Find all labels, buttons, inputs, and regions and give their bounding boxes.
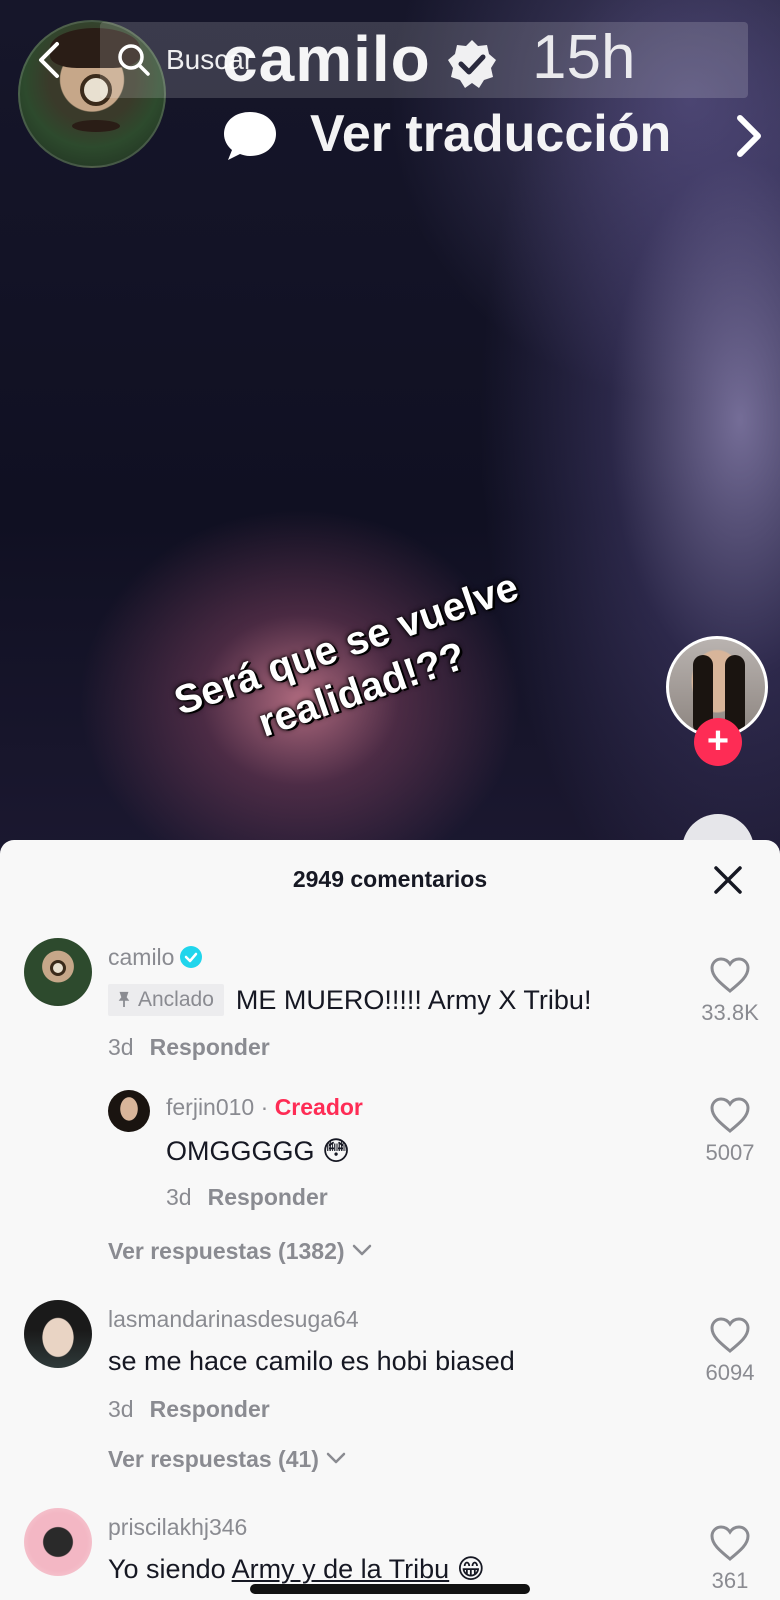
comment-like-button[interactable]: 361 — [686, 1524, 774, 1594]
heart-outline-icon — [710, 957, 750, 993]
comment-body: OMGGGGG — [166, 1136, 315, 1166]
avatar[interactable] — [24, 938, 92, 1006]
pin-icon — [118, 991, 130, 1007]
grin-emoji: 😁 — [456, 1554, 485, 1585]
comment-text: Yo siendo Army y de la Tribu 😁 — [108, 1554, 485, 1585]
comment-like-button[interactable]: 33.8K — [686, 956, 774, 1026]
creator-badge: Creador — [274, 1094, 363, 1120]
view-replies-button[interactable]: Ver respuestas (1382) — [108, 1238, 373, 1265]
chevron-right-icon — [730, 110, 770, 162]
comment-username[interactable]: lasmandarinasdesuga64 — [108, 1306, 359, 1333]
flushed-emoji: 😳 — [322, 1136, 351, 1167]
verified-badge-icon — [180, 946, 203, 968]
like-count: 5007 — [705, 1140, 755, 1165]
reply-button[interactable]: Responder — [208, 1184, 328, 1210]
comment-meta: 3d Responder — [166, 1184, 328, 1211]
comment-username[interactable]: priscilakhj346 — [108, 1514, 247, 1541]
overlay-timestamp: 15h — [532, 23, 636, 92]
heart-outline-icon — [710, 1097, 750, 1133]
comment-meta: 3d Responder — [108, 1034, 270, 1061]
follow-plus-icon[interactable]: + — [694, 718, 742, 766]
like-count: 361 — [711, 1568, 749, 1593]
back-arrow-icon[interactable] — [28, 38, 72, 82]
comment-body: Yo siendo — [108, 1554, 232, 1584]
pinned-badge: Anclado — [108, 984, 224, 1016]
heart-outline-icon — [710, 1317, 750, 1353]
overlay-username: camilo — [222, 23, 431, 95]
comment-body: ME MUERO!!!!! Army X Tribu! — [235, 985, 592, 1015]
chevron-down-icon — [326, 1452, 346, 1464]
comment-time: 3d — [108, 1034, 134, 1060]
comment-text: OMGGGGG 😳 — [166, 1136, 350, 1167]
search-icon — [116, 42, 152, 78]
comment-like-button[interactable]: 5007 — [686, 1096, 774, 1166]
home-indicator — [250, 1584, 530, 1594]
comment-username[interactable]: ferjin010 · Creador — [166, 1094, 363, 1121]
comment-time: 3d — [108, 1396, 134, 1422]
heart-outline-icon — [710, 1525, 750, 1561]
comment-username[interactable]: camilo — [108, 944, 203, 971]
speech-bubble-icon — [222, 108, 278, 164]
comment-like-button[interactable]: 6094 — [686, 1316, 774, 1386]
comment-hashtag-link[interactable]: Army y de la Tribu — [232, 1554, 450, 1584]
verified-badge-icon — [446, 38, 498, 90]
top-bar: Buscar camilo 15h Ver traducción — [0, 0, 780, 170]
view-replies-button[interactable]: Ver respuestas (41) — [108, 1446, 347, 1473]
translate-label: Ver traducción — [310, 105, 672, 163]
avatar[interactable] — [108, 1090, 150, 1132]
comment-time: 3d — [166, 1184, 192, 1210]
reply-button[interactable]: Responder — [150, 1034, 270, 1060]
comment-meta: 3d Responder — [108, 1396, 270, 1423]
chevron-down-icon — [352, 1244, 371, 1256]
comment-text: se me hace camilo es hobi biased — [108, 1346, 515, 1376]
comment-username-text: ferjin010 — [166, 1094, 255, 1120]
comments-count-title: 2949 comentarios — [292, 866, 488, 892]
separator-dot: · — [260, 1094, 269, 1120]
close-icon[interactable] — [708, 860, 748, 900]
comment-text: Anclado ME MUERO!!!!! Army X Tribu! — [108, 984, 591, 1016]
like-count: 6094 — [705, 1360, 755, 1385]
like-count: 33.8K — [701, 1000, 759, 1025]
avatar[interactable] — [24, 1508, 92, 1576]
reply-button[interactable]: Responder — [150, 1396, 270, 1422]
avatar[interactable] — [24, 1300, 92, 1368]
comment-username-text: camilo — [108, 944, 175, 970]
